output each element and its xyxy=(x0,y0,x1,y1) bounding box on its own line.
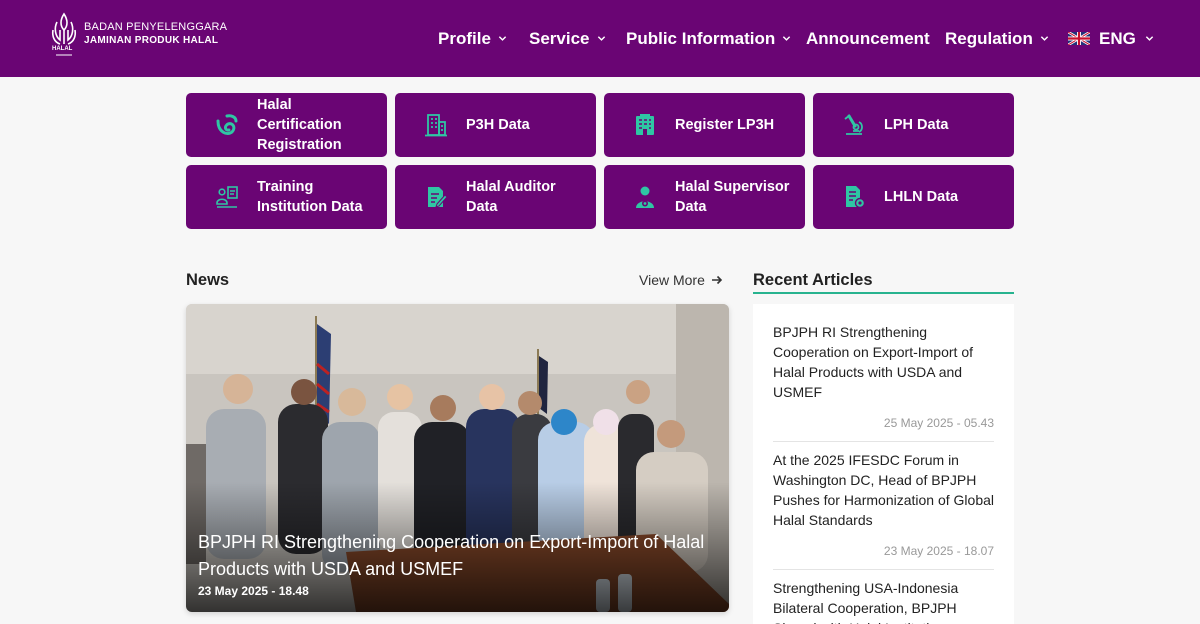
tile-halal-supervisor-data[interactable]: Halal Supervisor Data xyxy=(604,165,805,229)
language-label: ENG xyxy=(1099,28,1136,48)
nav-announcement-label: Announcement xyxy=(806,28,930,48)
tile-label: P3H Data xyxy=(466,117,530,133)
chevron-down-icon xyxy=(1145,36,1154,41)
article-title[interactable]: At the 2025 IFESDC Forum in Washington D… xyxy=(773,450,994,530)
tile-lhln-data[interactable]: LHLN Data xyxy=(813,165,1014,229)
article-date: 25 May 2025 - 05.43 xyxy=(883,416,994,430)
halal-swirl-icon xyxy=(216,114,238,136)
featured-news-date: 23 May 2025 - 18.48 xyxy=(198,584,309,598)
news-section-title: News xyxy=(186,271,230,289)
nav-service-label: Service xyxy=(529,28,590,48)
view-more-label: View More xyxy=(639,272,705,288)
microscope-icon xyxy=(844,114,863,135)
tile-label: Training Institution Data xyxy=(257,179,363,215)
logo-line-2: JAMINAN PRODUK HALAL xyxy=(84,35,219,46)
recent-articles-list: BPJPH RI Strengthening Cooperation on Ex… xyxy=(753,304,1014,624)
logo-wordmark: BADAN PENYELENGGARA JAMINAN PRODUK HALAL xyxy=(84,21,227,47)
tile-training-institution-data[interactable]: Training Institution Data xyxy=(186,165,387,229)
article-title[interactable]: Strengthening USA-Indonesia Bilateral Co… xyxy=(773,578,994,624)
nav-public-information-label: Public Information xyxy=(626,28,776,48)
article-date: 23 May 2025 - 18.07 xyxy=(883,544,994,558)
tile-label: LHLN Data xyxy=(884,189,959,205)
nav-public-information[interactable]: Public Information xyxy=(626,29,791,49)
article-title[interactable]: BPJPH RI Strengthening Cooperation on Ex… xyxy=(773,322,994,402)
chevron-down-icon xyxy=(1040,36,1049,41)
recent-articles-title: Recent Articles xyxy=(753,271,873,289)
tile-halal-auditor-data[interactable]: Halal Auditor Data xyxy=(395,165,596,229)
article-divider xyxy=(773,441,994,442)
tile-halal-certification-registration[interactable]: Halal Certification Registration xyxy=(186,93,387,157)
bpjph-logo[interactable]: BADAN PENYELENGGARA JAMINAN PRODUK HALAL xyxy=(50,12,227,56)
arrow-right-icon xyxy=(711,275,723,285)
tile-label: Register LP3H xyxy=(675,117,775,133)
nav-regulation-label: Regulation xyxy=(945,28,1033,48)
nav-profile-label: Profile xyxy=(438,28,491,48)
site-header: BADAN PENYELENGGARA JAMINAN PRODUK HALAL… xyxy=(0,0,1200,77)
featured-news-card[interactable]: BPJPH RI Strengthening Cooperation on Ex… xyxy=(186,304,729,612)
supervisor-badge-icon xyxy=(636,186,654,208)
nav-profile[interactable]: Profile xyxy=(438,29,507,49)
document-gear-icon xyxy=(846,186,866,209)
logo-small-text: HALAL xyxy=(52,46,73,52)
uk-flag-icon xyxy=(1068,32,1090,45)
office-building-icon xyxy=(636,114,654,135)
article-item[interactable]: At the 2025 IFESDC Forum in Washington D… xyxy=(773,450,994,558)
featured-news-headline[interactable]: BPJPH RI Strengthening Cooperation on Ex… xyxy=(198,529,719,583)
tile-label: LPH Data xyxy=(884,117,949,133)
article-divider xyxy=(773,569,994,570)
tile-p3h-data[interactable]: P3H Data xyxy=(395,93,596,157)
nav-regulation[interactable]: Regulation xyxy=(945,29,1049,49)
tile-label: Halal Certification Registration xyxy=(257,97,342,153)
building-icon xyxy=(425,114,447,137)
nav-service[interactable]: Service xyxy=(529,29,606,49)
chevron-down-icon xyxy=(597,36,605,41)
chevron-down-icon xyxy=(783,36,791,41)
article-item[interactable]: Strengthening USA-Indonesia Bilateral Co… xyxy=(773,578,994,624)
recent-articles-underline xyxy=(753,292,1014,294)
logo-line-1: BADAN PENYELENGGARA xyxy=(84,21,228,33)
tile-label: Halal Auditor Data xyxy=(466,179,556,215)
nav-announcement[interactable]: Announcement xyxy=(806,29,930,49)
language-selector[interactable]: ENG xyxy=(1068,29,1154,49)
tile-register-lp3h[interactable]: Register LP3H xyxy=(604,93,805,157)
view-more-link[interactable]: View More xyxy=(639,272,723,288)
tile-label: Halal Supervisor Data xyxy=(675,179,790,215)
tile-lph-data[interactable]: LPH Data xyxy=(813,93,1014,157)
chevron-down-icon xyxy=(498,36,507,41)
document-edit-icon xyxy=(428,187,448,208)
article-item[interactable]: BPJPH RI Strengthening Cooperation on Ex… xyxy=(773,322,994,430)
presenter-icon xyxy=(216,186,238,208)
